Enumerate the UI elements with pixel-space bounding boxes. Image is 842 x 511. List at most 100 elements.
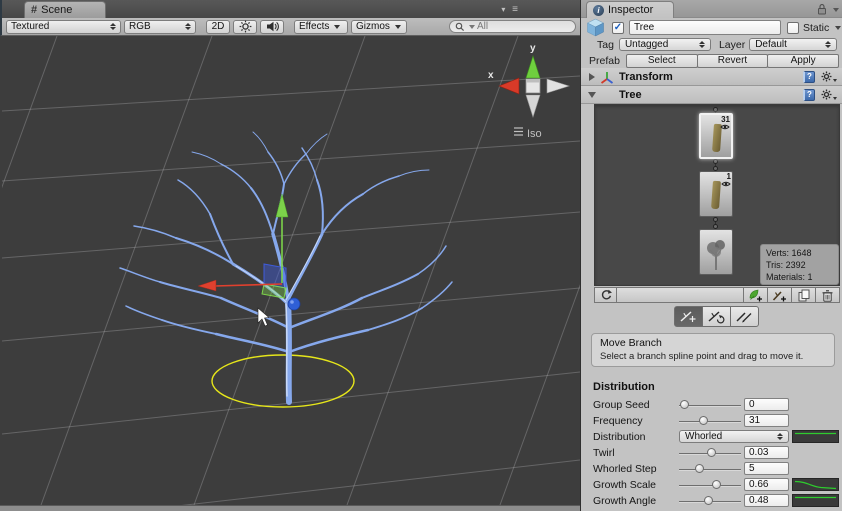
gameobject-cube-icon <box>586 18 605 37</box>
inspector-panel: i Inspector ✓ Tree Static Tag Untagged L… <box>580 0 842 511</box>
info-icon: i <box>593 4 604 16</box>
name-field[interactable]: Tree <box>629 20 781 35</box>
draw-branch-tool-button[interactable] <box>730 306 759 327</box>
scene-panel: # Scene ▾ ≡ Textured RGB 2D Effects Gizm… <box>0 0 580 511</box>
static-checkbox[interactable] <box>787 21 799 34</box>
scene-search-input[interactable]: All <box>449 20 576 33</box>
transform-title: Transform <box>619 70 673 83</box>
slider-handle[interactable] <box>707 448 716 457</box>
y-axis-cone[interactable] <box>525 55 541 79</box>
tree-editor-toolbar <box>594 287 840 303</box>
shading-mode-dropdown[interactable]: Textured <box>6 19 121 34</box>
panel-menu-icon[interactable]: ≡ <box>512 4 520 15</box>
materials-stat: Materials: 1 <box>766 272 813 282</box>
branch-group-node-child[interactable]: 1 <box>699 171 733 217</box>
component-menu[interactable] <box>821 71 837 82</box>
tab-inspector[interactable]: i Inspector <box>586 1 674 18</box>
eye-icon[interactable] <box>721 180 731 188</box>
move-branch-icon <box>680 311 696 322</box>
value-field[interactable]: 31 <box>744 414 789 427</box>
rotate-branch-tool-button[interactable] <box>702 306 731 327</box>
value-field[interactable]: 0.03 <box>744 446 789 459</box>
add-branch-group-button[interactable] <box>768 287 792 303</box>
tag-dropdown[interactable]: Untagged <box>618 38 711 51</box>
tree-selection-ring <box>211 354 355 408</box>
name-field-value: Tree <box>634 22 655 33</box>
connector-dot <box>713 107 718 112</box>
render-mode-dropdown[interactable]: RGB <box>124 19 196 34</box>
scene-lighting-button[interactable] <box>233 19 257 34</box>
slider-track[interactable] <box>679 485 741 487</box>
iso-label-text[interactable]: Iso <box>527 128 542 140</box>
neg-y-axis-cone[interactable] <box>525 94 541 118</box>
inspector-menu-icon[interactable] <box>833 8 839 12</box>
property-row-whorled-step: Whorled Step 5 <box>581 461 842 477</box>
gizmos-label: Gizmos <box>356 21 390 32</box>
prefab-revert-button[interactable]: Revert <box>696 53 769 68</box>
refresh-button[interactable] <box>594 287 617 303</box>
active-checkbox[interactable]: ✓ <box>612 21 624 34</box>
tree-wireframe[interactable] <box>119 131 453 405</box>
foldout-arrow-icon[interactable] <box>589 72 595 81</box>
slider-handle[interactable] <box>695 464 704 473</box>
gameobject-name-row: ✓ Tree Static <box>581 18 842 37</box>
help-icon[interactable]: ? <box>803 70 815 83</box>
slider-handle[interactable] <box>680 400 689 409</box>
view-orientation-gizmo[interactable]: y x Iso <box>488 43 570 140</box>
toggle-2d-button[interactable]: 2D <box>206 19 230 34</box>
slider-handle[interactable] <box>712 480 721 489</box>
move-gizmo-z-axis[interactable] <box>287 297 301 311</box>
slider-handle[interactable] <box>699 416 708 425</box>
prefab-select-button[interactable]: Select <box>625 53 698 68</box>
tree-node-graph[interactable]: 31 1 Verts: 1648 Tris: 2392 Materials: 1 <box>594 104 840 286</box>
tree-root-node[interactable] <box>699 229 733 275</box>
lock-icon[interactable] <box>817 3 827 15</box>
layer-label: Layer <box>718 38 746 51</box>
growth-scale-curve-preview[interactable] <box>792 478 839 491</box>
value-field[interactable]: 0 <box>744 398 789 411</box>
property-row-distribution: Distribution Whorled <box>581 429 842 445</box>
scene-audio-button[interactable] <box>260 19 284 34</box>
help-box-title: Move Branch <box>600 337 662 349</box>
duplicate-button[interactable] <box>792 287 816 303</box>
static-dropdown-icon[interactable] <box>835 25 842 30</box>
updown-arrow-icon <box>110 23 116 30</box>
growth-angle-curve-preview[interactable] <box>792 494 839 507</box>
toolbar-spacer <box>617 287 744 303</box>
tree-component-header[interactable]: Tree ? <box>581 86 842 104</box>
slider-track[interactable] <box>679 421 741 423</box>
eye-icon[interactable] <box>720 123 730 131</box>
prefab-apply-button[interactable]: Apply <box>767 53 839 68</box>
move-branch-tool-button[interactable] <box>674 306 703 327</box>
slider-handle[interactable] <box>704 496 713 505</box>
panel-dropdown-icon[interactable]: ▾ <box>501 5 507 14</box>
refresh-icon <box>601 289 612 300</box>
inspector-tab-label: Inspector <box>608 4 654 16</box>
branch-plus-icon <box>772 291 786 302</box>
component-menu[interactable] <box>821 89 837 100</box>
distribution-mode-dropdown[interactable]: Whorled <box>679 430 789 443</box>
distribution-curve-preview[interactable] <box>792 430 839 443</box>
slider-track[interactable] <box>679 469 741 471</box>
help-icon[interactable]: ? <box>803 88 815 101</box>
property-label: Distribution <box>593 431 646 443</box>
add-leaf-group-button[interactable] <box>744 287 768 303</box>
transform-icon <box>600 71 614 84</box>
tab-scene[interactable]: # Scene <box>24 1 106 18</box>
transform-component-header[interactable]: Transform ? <box>581 68 842 86</box>
branch-thumbnail <box>711 180 721 210</box>
value-field[interactable]: 0.66 <box>744 478 789 491</box>
scene-viewport[interactable]: y x Iso <box>2 36 580 505</box>
value-field[interactable]: 5 <box>744 462 789 475</box>
scene-tabbar: # Scene ▾ ≡ <box>0 0 580 18</box>
gizmos-dropdown[interactable]: Gizmos <box>351 19 407 34</box>
prefab-label: Prefab <box>589 54 620 67</box>
effects-dropdown[interactable]: Effects <box>294 19 348 34</box>
value-field[interactable]: 0.48 <box>744 494 789 507</box>
foldout-arrow-icon[interactable] <box>588 91 596 98</box>
neg-x-axis-cone[interactable] <box>546 78 570 94</box>
connector-dot <box>713 217 718 222</box>
delete-button[interactable] <box>816 287 840 303</box>
branch-group-node-root[interactable]: 31 <box>699 113 733 159</box>
layer-dropdown[interactable]: Default <box>749 38 838 51</box>
